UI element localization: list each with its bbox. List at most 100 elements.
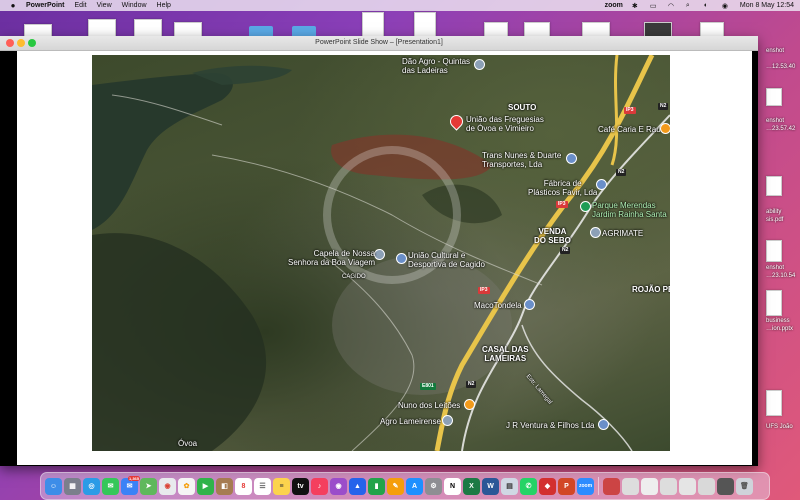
recent-window-thumbnail[interactable]	[679, 477, 696, 495]
mail-badge: 1,365	[127, 475, 140, 481]
search-icon[interactable]: ⌕	[686, 2, 695, 9]
keynote-icon[interactable]: ▲	[349, 477, 366, 495]
dock-separator	[598, 477, 599, 495]
music-icon[interactable]: ♪	[311, 477, 328, 495]
calendar-icon[interactable]: 8	[235, 477, 252, 495]
map-label[interactable]: J R Ventura & Filhos Lda	[506, 421, 595, 430]
place-marker-icon[interactable]	[442, 415, 453, 426]
trash-icon[interactable]: 🗑	[736, 477, 753, 495]
place-marker-icon[interactable]	[396, 253, 407, 264]
notes-icon[interactable]: ≡	[273, 477, 290, 495]
minimize-window-button[interactable]	[17, 39, 25, 47]
pages-icon[interactable]: ✎	[387, 477, 404, 495]
map-label[interactable]: Dão Agro - Quintas das Ladeiras	[402, 57, 470, 75]
recent-window-thumbnail[interactable]	[641, 477, 658, 495]
map-label[interactable]: União Cultural e Desportiva de Cagido	[408, 251, 485, 269]
messages-icon[interactable]: ✉	[102, 477, 119, 495]
system-settings-icon[interactable]: ⚙	[425, 477, 442, 495]
desktop-file-label: business	[766, 318, 790, 324]
close-window-button[interactable]	[6, 39, 14, 47]
desktop-file-thumbnail[interactable]	[766, 290, 782, 316]
business-marker-icon[interactable]	[598, 419, 609, 430]
excel-icon[interactable]: X	[463, 477, 480, 495]
map-label[interactable]: Trans Nunes & Duarte Transportes, Lda	[482, 151, 561, 169]
podcasts-icon[interactable]: ◉	[330, 477, 347, 495]
wifi-icon[interactable]: ◠	[668, 2, 677, 10]
business-marker-icon[interactable]	[596, 179, 607, 190]
map-label[interactable]: Café Caria E Rau	[598, 125, 661, 134]
fullscreen-window-button[interactable]	[28, 39, 36, 47]
restaurant-icon[interactable]	[464, 399, 475, 410]
whatsapp-icon[interactable]: ✆	[520, 477, 537, 495]
appletv-icon[interactable]: tv	[292, 477, 309, 495]
desktop-file-label: …23.10.54	[766, 273, 796, 279]
desktop-file-thumbnail[interactable]	[766, 88, 782, 106]
park-marker-icon[interactable]	[580, 201, 591, 212]
map-label: Óvoa	[178, 439, 198, 448]
acrobat-icon[interactable]: ◆	[539, 477, 556, 495]
window-titlebar[interactable]: PowerPoint Slide Show – [Presentation1]	[0, 36, 758, 51]
recent-window-thumbnail[interactable]	[698, 477, 715, 495]
road-badge: IP3	[556, 201, 568, 208]
map-label[interactable]: União das Freguesias de Óvoa e Vimieiro	[466, 115, 544, 133]
photos-icon[interactable]: ✿	[178, 477, 195, 495]
map-label[interactable]: AGRIMATE	[602, 229, 643, 238]
facetime-icon[interactable]: ▶	[197, 477, 214, 495]
desktop-file-thumbnail[interactable]	[414, 12, 436, 38]
business-marker-icon[interactable]	[524, 299, 535, 310]
slideshow-window: PowerPoint Slide Show – [Presentation1]	[0, 36, 758, 466]
notion-icon[interactable]: N	[444, 477, 461, 495]
apple-menu-icon[interactable]: ●	[8, 1, 18, 10]
menu-view[interactable]: View	[97, 2, 112, 9]
desktop-file-label: …ion.pptx	[766, 326, 794, 332]
map-label[interactable]: MacoTondela	[474, 301, 522, 310]
launchpad-icon[interactable]: ▦	[64, 477, 81, 495]
battery-icon[interactable]: ▭	[650, 2, 659, 10]
desktop-file-thumbnail[interactable]	[766, 176, 782, 196]
mail-icon[interactable]: ✉ 1,365	[121, 475, 140, 495]
road-badge: N2	[616, 169, 627, 176]
safari-icon[interactable]: ◎	[83, 477, 100, 495]
map-label[interactable]: Fábrica de Plásticos Favir, Lda	[528, 179, 597, 197]
map-label[interactable]: Agro Lameirense	[380, 417, 441, 426]
finder-icon[interactable]: ☺	[45, 477, 62, 495]
place-marker-icon[interactable]	[590, 227, 601, 238]
menu-window[interactable]: Window	[122, 2, 147, 9]
recent-window-thumbnail[interactable]	[660, 477, 677, 495]
word-icon[interactable]: W	[482, 477, 499, 495]
menu-help[interactable]: Help	[157, 2, 171, 9]
map-label[interactable]: Capela de Nossa Senhora da Boa Viagem	[288, 249, 375, 267]
chrome-icon[interactable]: ◉	[159, 477, 176, 495]
preview-icon[interactable]: ▤	[501, 477, 518, 495]
church-marker-icon[interactable]	[374, 249, 385, 260]
menu-clock[interactable]: Mon 8 May 12:54	[740, 2, 794, 9]
desktop-file-thumbnail[interactable]	[362, 12, 384, 38]
numbers-icon[interactable]: ▮	[368, 477, 385, 495]
contacts-icon[interactable]: ◧	[216, 477, 233, 495]
map-label: ROJÃO PE	[632, 285, 670, 294]
menu-app-name[interactable]: PowerPoint	[26, 2, 65, 9]
recent-window-thumbnail[interactable]	[603, 477, 620, 495]
road-badge: N2	[658, 103, 669, 110]
desktop-file-label: enshot	[766, 265, 785, 271]
zoom-icon[interactable]: zoom	[577, 477, 594, 495]
bluetooth-icon[interactable]: ✱	[632, 2, 641, 10]
siri-icon[interactable]: ◉	[722, 2, 731, 10]
menu-edit[interactable]: Edit	[75, 2, 87, 9]
slide-canvas[interactable]: Dão Agro - Quintas das Ladeiras SOUTO Un…	[17, 51, 752, 465]
map-label[interactable]: Nuno dos Leitões	[398, 401, 460, 410]
powerpoint-icon[interactable]: P	[558, 477, 575, 495]
place-marker-icon[interactable]	[474, 59, 485, 70]
maps-icon[interactable]: ➤	[140, 477, 157, 495]
app-store-icon[interactable]: A	[406, 477, 423, 495]
zoom-status-item[interactable]: zoom	[605, 2, 623, 9]
reminders-icon[interactable]: ☰	[254, 477, 271, 495]
map-label[interactable]: Parque Merendas Jardim Rainha Santa	[592, 201, 667, 219]
desktop-file-thumbnail[interactable]	[766, 390, 782, 416]
restaurant-icon[interactable]	[660, 123, 670, 134]
desktop-file-thumbnail[interactable]	[766, 240, 782, 262]
control-center-icon[interactable]: ◐	[704, 2, 713, 9]
recent-window-thumbnail[interactable]	[717, 477, 734, 495]
recent-window-thumbnail[interactable]	[622, 477, 639, 495]
business-marker-icon[interactable]	[566, 153, 577, 164]
